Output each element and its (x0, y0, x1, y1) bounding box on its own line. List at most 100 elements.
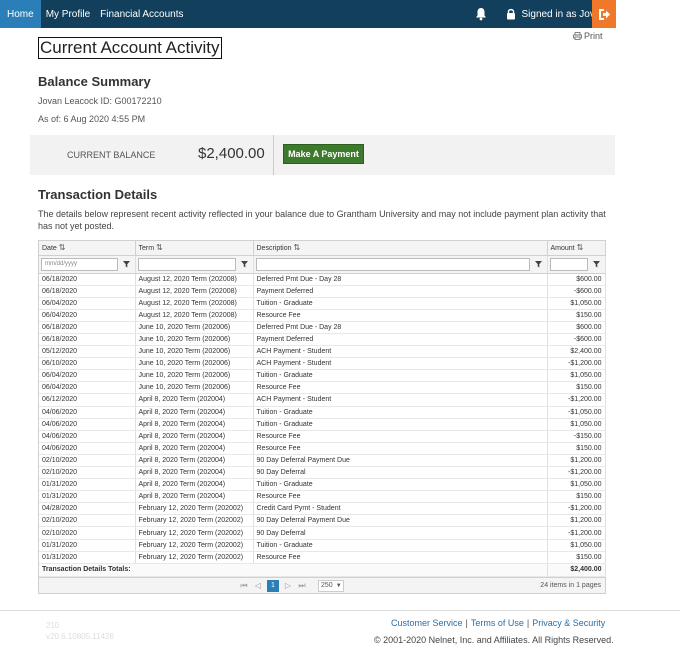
bell-icon[interactable] (474, 7, 488, 21)
row-date: 02/10/2020 (39, 514, 136, 528)
row-description: Payment Deferred (253, 285, 548, 298)
make-payment-button[interactable]: Make A Payment (283, 144, 364, 164)
row-amount: -$1,200.00 (547, 393, 606, 407)
privacy-security-link[interactable]: Privacy & Security (532, 618, 605, 628)
row-term: April 8, 2020 Term (202004) (135, 490, 254, 504)
sort-icon: ⇅ (293, 243, 301, 253)
filter-icon[interactable] (591, 258, 603, 270)
row-date: 05/12/2020 (39, 345, 136, 359)
filter-icon[interactable] (239, 258, 251, 270)
last-page-button[interactable]: ⏭ (296, 580, 308, 592)
first-page-button[interactable]: ⏮ (238, 580, 250, 592)
customer-service-link[interactable]: Customer Service (391, 618, 463, 628)
page-title: Current Account Activity (38, 37, 222, 59)
row-description: Tuition - Graduate (253, 297, 548, 310)
row-date: 06/10/2020 (39, 357, 136, 371)
terms-of-use-link[interactable]: Terms of Use (471, 618, 524, 628)
table-row: 02/10/2020 April 8, 2020 Term (202004) 90 … (39, 466, 606, 480)
description-filter-input[interactable] (255, 257, 530, 271)
balance-panel: CURRENT BALANCE $2,400.00 Make A Payment (30, 135, 615, 175)
row-description: Tuition - Graduate (253, 478, 548, 492)
row-amount: $150.00 (547, 551, 606, 564)
current-balance-label: CURRENT BALANCE (67, 150, 156, 160)
student-name-id: Jovan Leacock ID: G00172210 (38, 96, 162, 106)
table-row: 04/06/2020 April 8, 2020 Term (202004) Tui… (39, 406, 606, 419)
lock-icon (507, 8, 516, 20)
row-date: 06/18/2020 (39, 333, 136, 347)
row-amount: $2,400.00 (547, 345, 606, 359)
nav-home[interactable]: Home (0, 0, 41, 28)
row-description: ACH Payment - Student (253, 393, 548, 407)
current-balance-amount: $2,400.00 (198, 145, 265, 162)
row-date: 06/12/2020 (39, 393, 136, 407)
prev-page-button[interactable]: ◁ (252, 580, 264, 592)
row-amount: $1,050.00 (547, 297, 606, 310)
row-description: Resource Fee (253, 551, 548, 564)
totals-amount: $2,400.00 (547, 563, 606, 577)
filter-icon[interactable] (533, 258, 545, 270)
logout-button[interactable] (592, 0, 616, 28)
row-term: February 12, 2020 Term (202002) (135, 502, 254, 516)
table-row: 06/18/2020 June 10, 2020 Term (202006) Def… (39, 321, 606, 334)
copyright: © 2001-2020 Nelnet, Inc. and Affiliates.… (374, 635, 614, 645)
table-row: 06/12/2020 April 8, 2020 Term (202004) ACH… (39, 393, 606, 407)
sign-out-icon (598, 8, 610, 20)
filter-icon[interactable] (121, 258, 133, 270)
footer-links: Customer Service | Terms of Use | Privacy & … (391, 618, 606, 628)
pager: ⏮ ◁ 1 ▷ ⏭ 250 ▼ 24 items in 1 pages (39, 576, 605, 593)
print-link[interactable]: Print (573, 31, 603, 41)
row-amount: -$1,200.00 (547, 357, 606, 371)
filter-row: mm/dd/yyyy (39, 255, 606, 274)
row-description: ACH Payment - Student (253, 357, 548, 371)
amount-filter-input[interactable] (549, 257, 588, 271)
row-term: April 8, 2020 Term (202004) (135, 478, 254, 492)
row-term: June 10, 2020 Term (202006) (135, 357, 254, 371)
row-term: June 10, 2020 Term (202006) (135, 369, 254, 383)
row-amount: $150.00 (547, 381, 606, 395)
row-date: 06/18/2020 (39, 273, 136, 286)
print-label: Print (584, 31, 603, 41)
row-amount: $1,050.00 (547, 369, 606, 383)
column-header-amount[interactable]: Amount ⇅ (547, 241, 606, 256)
as-of-date: As of: 6 Aug 2020 4:55 PM (38, 114, 146, 124)
row-description: Tuition - Graduate (253, 406, 548, 419)
row-term: August 12, 2020 Term (202008) (135, 285, 254, 298)
row-term: April 8, 2020 Term (202004) (135, 406, 254, 419)
table-row: 01/31/2020 February 12, 2020 Term (202002… (39, 539, 606, 552)
printer-icon (573, 32, 582, 40)
nav-my-profile[interactable]: My Profile (41, 0, 95, 28)
top-nav: Home My Profile Financial Accounts Signe… (0, 0, 616, 28)
row-term: February 12, 2020 Term (202002) (135, 539, 254, 552)
row-amount: $600.00 (547, 273, 606, 286)
row-description: Tuition - Graduate (253, 418, 548, 431)
term-filter-input[interactable] (137, 257, 236, 271)
row-amount: $1,200.00 (547, 454, 606, 468)
row-amount: $1,050.00 (547, 418, 606, 431)
row-date: 06/04/2020 (39, 369, 136, 383)
sort-icon: ⇅ (156, 243, 163, 253)
table-row: 06/18/2020 June 10, 2020 Term (202006) Pay… (39, 333, 606, 347)
next-page-button[interactable]: ▷ (282, 580, 294, 592)
row-amount: $1,050.00 (547, 539, 606, 552)
divider (273, 135, 274, 175)
row-description: Credit Card Pymt - Student (253, 502, 548, 516)
column-header-date[interactable]: Date ⇅ (39, 241, 136, 256)
row-term: April 8, 2020 Term (202004) (135, 430, 254, 443)
table-row: 06/04/2020 August 12, 2020 Term (202008) R… (39, 309, 606, 322)
row-date: 06/04/2020 (39, 297, 136, 310)
page-number-button[interactable]: 1 (267, 579, 279, 592)
column-header-term[interactable]: Term ⇅ (135, 241, 254, 256)
page-size-select[interactable]: 250 ▼ (318, 579, 344, 592)
row-date: 04/06/2020 (39, 442, 136, 455)
column-header-description[interactable]: Description ⇅ (253, 241, 548, 256)
row-date: 04/28/2020 (39, 502, 136, 516)
row-term: August 12, 2020 Term (202008) (135, 309, 254, 322)
date-filter-input[interactable]: mm/dd/yyyy (41, 257, 118, 271)
nav-financial-accounts[interactable]: Financial Accounts (95, 0, 188, 28)
row-date: 06/18/2020 (39, 321, 136, 334)
table-row: 01/31/2020 February 12, 2020 Term (202002… (39, 551, 606, 564)
row-amount: $150.00 (547, 442, 606, 455)
row-term: June 10, 2020 Term (202006) (135, 321, 254, 334)
row-term: August 12, 2020 Term (202008) (135, 297, 254, 310)
row-description: ACH Payment - Student (253, 345, 548, 359)
